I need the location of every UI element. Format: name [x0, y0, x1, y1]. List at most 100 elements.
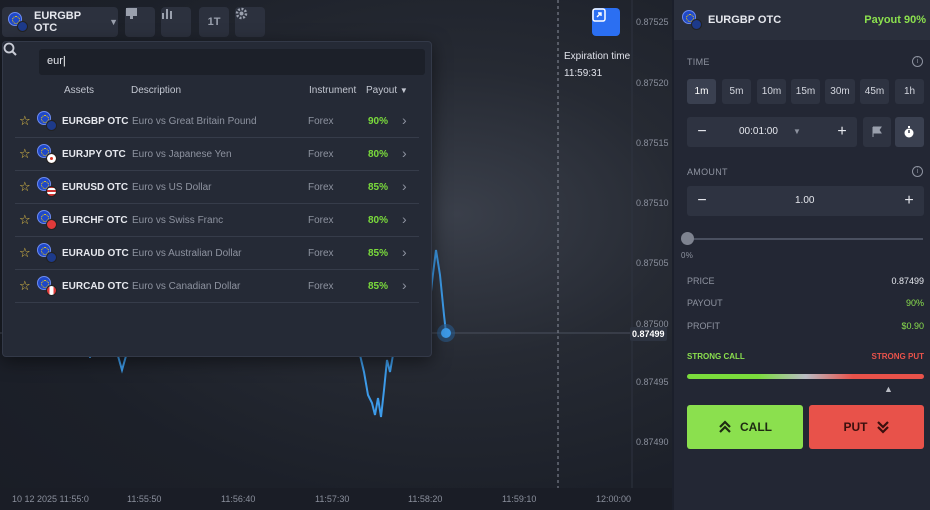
payout-label: PAYOUT: [687, 298, 723, 308]
price-tick: 0.87510: [636, 198, 669, 208]
amount-stepper: − 1.00 +: [687, 186, 924, 216]
chevron-right-icon: ›: [402, 178, 407, 194]
info-icon[interactable]: i: [912, 56, 923, 67]
chart-area[interactable]: 0.87525 0.87520 0.87515 0.87510 0.87505 …: [0, 0, 672, 510]
double-chevron-down-icon: [876, 421, 889, 434]
header-assets[interactable]: Assets: [64, 85, 94, 96]
trade-panel: EURGBP OTC Payout 90% TIME i 1m 5m 10m 1…: [674, 0, 930, 510]
header-payout[interactable]: Payout ▼: [366, 85, 408, 96]
profit-label: PROFIT: [687, 321, 720, 331]
time-value[interactable]: 00:01:00: [739, 126, 778, 137]
timer-button[interactable]: [895, 117, 924, 147]
asset-row[interactable]: ☆ EURUSD OTC Euro vs US Dollar Forex 85%…: [15, 171, 419, 204]
amount-increase-button[interactable]: +: [894, 187, 924, 215]
star-icon[interactable]: ☆: [19, 278, 31, 294]
flag-icon: [872, 126, 882, 137]
call-label: CALL: [740, 420, 772, 434]
call-button[interactable]: CALL: [687, 405, 803, 449]
search-value: eur: [47, 55, 63, 67]
header-instrument[interactable]: Instrument: [309, 85, 356, 96]
asset-description: Euro vs Japanese Yen: [132, 149, 232, 160]
asset-row[interactable]: ☆ EURGBP OTC Euro vs Great Britain Pound…: [15, 105, 419, 138]
asset-description: Euro vs Canadian Dollar: [132, 281, 241, 292]
asset-name: EURUSD OTC: [62, 182, 129, 193]
price-tick: 0.87520: [636, 78, 669, 88]
asset-description: Euro vs Australian Dollar: [132, 248, 242, 259]
bar-chart-icon: [162, 9, 172, 19]
current-point: [441, 328, 451, 338]
put-label: PUT: [843, 420, 868, 434]
timeframe-button[interactable]: 1T: [199, 7, 229, 37]
expiration-title: Expiration time: [564, 51, 631, 62]
amount-slider-track[interactable]: [687, 238, 923, 240]
time-tick: 11:55:50: [127, 494, 162, 504]
strong-put-label: STRONG PUT: [871, 352, 924, 361]
profit-value: $0.90: [901, 321, 924, 331]
bar-chart-button[interactable]: [161, 7, 191, 37]
asset-selector-label: EURGBP OTC: [34, 10, 81, 34]
timeframe-15m[interactable]: 15m: [791, 79, 820, 104]
expiration-label: Expiration time 11:59:31: [564, 48, 630, 82]
chart-toolbar: EURGBP OTC ▼ 1T: [0, 0, 672, 44]
header-payout-label: Payout: [366, 85, 398, 96]
star-icon[interactable]: ☆: [19, 212, 31, 228]
asset-search-input[interactable]: eur|: [39, 49, 425, 75]
asset-payout: 90%: [368, 116, 389, 127]
time-tick: 11:56:40: [221, 494, 256, 504]
info-icon[interactable]: i: [912, 166, 923, 177]
timeframe-1m[interactable]: 1m: [687, 79, 716, 104]
timeframe-10m[interactable]: 10m: [757, 79, 786, 104]
chevron-down-icon: ▼: [109, 17, 118, 27]
time-tick: 11:57:30: [315, 494, 350, 504]
timeframe-5m[interactable]: 5m: [722, 79, 751, 104]
time-decrease-button[interactable]: −: [687, 118, 717, 146]
amount-value[interactable]: 1.00: [795, 195, 814, 206]
current-price-label: 0.87499: [630, 327, 667, 341]
eurusd-flag-icon: [37, 177, 57, 197]
sentiment-bar: [687, 374, 924, 379]
time-tick: 12:00:00: [596, 494, 632, 504]
asset-row[interactable]: ☆ EURAUD OTC Euro vs Australian Dollar F…: [15, 237, 419, 270]
header-description[interactable]: Description: [131, 85, 181, 96]
asset-instrument: Forex: [308, 182, 334, 193]
amount-decrease-button[interactable]: −: [687, 187, 717, 215]
indicators-button[interactable]: [125, 7, 155, 37]
eurgbp-flag-icon: [682, 10, 702, 30]
amount-slider-handle[interactable]: [681, 232, 694, 245]
sort-down-icon: ▼: [399, 86, 408, 95]
star-icon[interactable]: ☆: [19, 113, 31, 129]
strong-call-label: STRONG CALL: [687, 352, 745, 361]
payout-value: 90%: [905, 298, 924, 308]
slider-value: 0%: [681, 251, 694, 260]
asset-row[interactable]: ☆ EURJPY OTC Euro vs Japanese Yen Forex …: [15, 138, 419, 171]
time-axis: 10 12 2025 11:55:0 11:55:50 11:56:40 11:…: [0, 488, 672, 510]
put-button[interactable]: PUT: [809, 405, 924, 449]
asset-payout: 80%: [368, 149, 389, 160]
eurjpy-flag-icon: [37, 144, 57, 164]
chevron-down-icon[interactable]: ▼: [793, 127, 801, 136]
asset-selector[interactable]: EURGBP OTC ▼: [2, 7, 118, 37]
timeframe-1h[interactable]: 1h: [895, 79, 924, 104]
flag-button[interactable]: [863, 117, 891, 147]
asset-instrument: Forex: [308, 116, 334, 127]
eurcad-flag-icon: [37, 276, 57, 296]
star-icon[interactable]: ☆: [19, 146, 31, 162]
star-icon[interactable]: ☆: [19, 179, 31, 195]
timeframe-30m[interactable]: 30m: [825, 79, 855, 104]
asset-row[interactable]: ☆ EURCHF OTC Euro vs Swiss Franc Forex 8…: [15, 204, 419, 237]
chevron-right-icon: ›: [402, 112, 407, 128]
star-icon[interactable]: ☆: [19, 245, 31, 261]
chevron-right-icon: ›: [402, 277, 407, 293]
asset-name: EURGBP OTC: [62, 116, 129, 127]
timeframe-45m[interactable]: 45m: [860, 79, 889, 104]
asset-payout: 80%: [368, 215, 389, 226]
time-increase-button[interactable]: +: [827, 118, 857, 146]
asset-instrument: Forex: [308, 215, 334, 226]
asset-description: Euro vs Swiss Franc: [132, 215, 224, 226]
settings-button[interactable]: [235, 7, 265, 37]
euraud-flag-icon: [37, 243, 57, 263]
asset-row[interactable]: ☆ EURCAD OTC Euro vs Canadian Dollar For…: [15, 270, 419, 303]
asset-name: EURJPY OTC: [62, 149, 126, 160]
eurgbp-flag-icon: [8, 12, 28, 32]
eurgbp-flag-icon: [37, 111, 57, 131]
